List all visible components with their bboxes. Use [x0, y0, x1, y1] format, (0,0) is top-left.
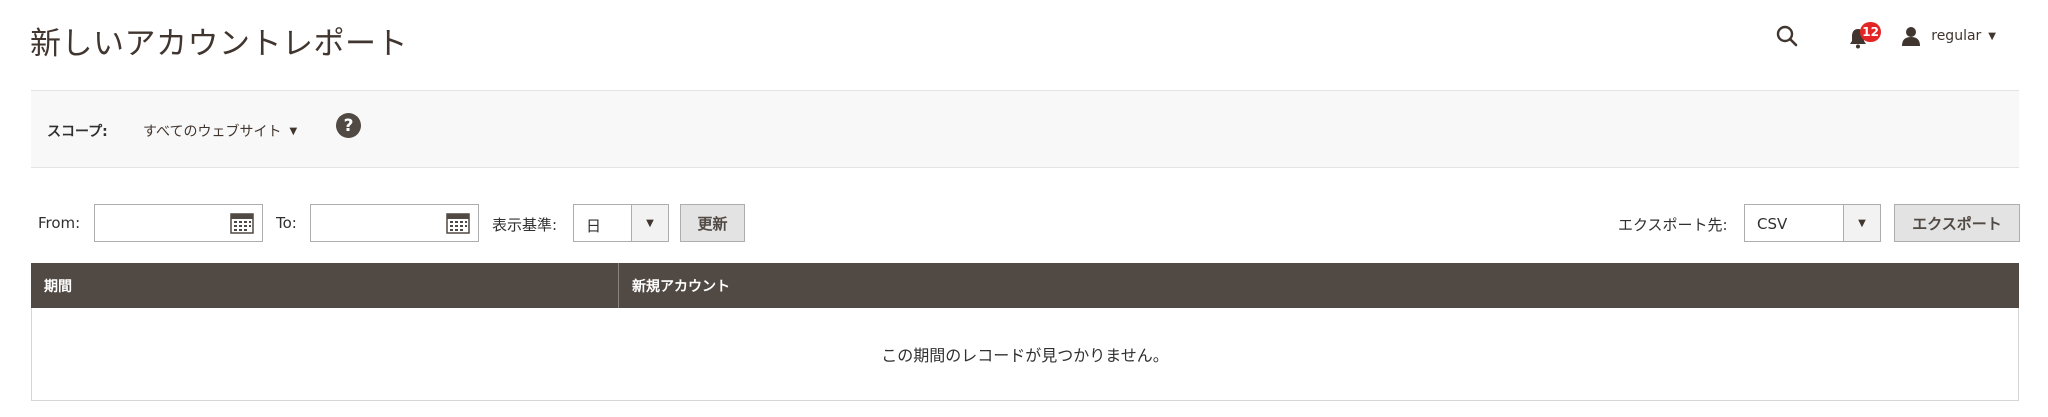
grid-header: 期間 新規アカウント — [31, 263, 2019, 308]
export-label: エクスポート先: — [1618, 216, 1728, 234]
chevron-down-icon: ▼ — [631, 205, 668, 241]
scope-switcher[interactable]: すべてのウェブサイト ▼ — [143, 121, 297, 141]
from-date-field[interactable] — [94, 204, 263, 242]
chevron-down-icon: ▼ — [1988, 30, 1996, 42]
period-select[interactable]: 日 ▼ — [573, 204, 669, 242]
scope-selected-value: すべてのウェブサイト — [143, 124, 282, 140]
filter-row: From: To: 表示基準: 日 ▼ 更新 エクスポート先: CSV ▼ エク… — [38, 204, 2020, 242]
column-header-new-accounts[interactable]: 新規アカウント — [619, 263, 2019, 308]
notification-count-badge: 12 — [1860, 22, 1881, 42]
search-icon[interactable] — [1771, 20, 1803, 52]
header-actions: 12 regular ▼ — [1771, 20, 1996, 52]
chevron-down-icon: ▼ — [289, 125, 298, 137]
column-header-period[interactable]: 期間 — [31, 263, 619, 308]
refresh-button[interactable]: 更新 — [680, 204, 745, 242]
export-format-value: CSV — [1757, 215, 1788, 233]
period-selected-value: 日 — [586, 217, 602, 235]
to-date-field[interactable] — [310, 204, 479, 242]
user-icon — [1902, 27, 1921, 46]
calendar-icon[interactable] — [446, 212, 470, 234]
empty-state-message: この期間のレコードが見つかりません。 — [31, 308, 2019, 401]
page: 新しいアカウントレポート 12 regular ▼ スコープ: すべてのウェブサ… — [0, 0, 2048, 417]
user-menu[interactable]: regular ▼ — [1901, 26, 1996, 46]
period-label: 表示基準: — [492, 216, 558, 234]
notifications-button[interactable]: 12 — [1843, 20, 1881, 52]
calendar-icon[interactable] — [230, 212, 254, 234]
scope-label: スコープ: — [47, 124, 108, 140]
to-label: To: — [276, 214, 297, 232]
user-name: regular — [1931, 28, 1982, 44]
export-button[interactable]: エクスポート — [1894, 204, 2020, 242]
report-grid: 期間 新規アカウント この期間のレコードが見つかりません。 — [31, 263, 2019, 401]
scope-bar: スコープ: すべてのウェブサイト ▼ ? — [31, 90, 2019, 168]
export-format-select[interactable]: CSV ▼ — [1744, 204, 1881, 242]
from-label: From: — [38, 214, 81, 232]
chevron-down-icon: ▼ — [1843, 205, 1880, 241]
help-icon[interactable]: ? — [336, 113, 361, 138]
page-title: 新しいアカウントレポート — [30, 26, 408, 62]
